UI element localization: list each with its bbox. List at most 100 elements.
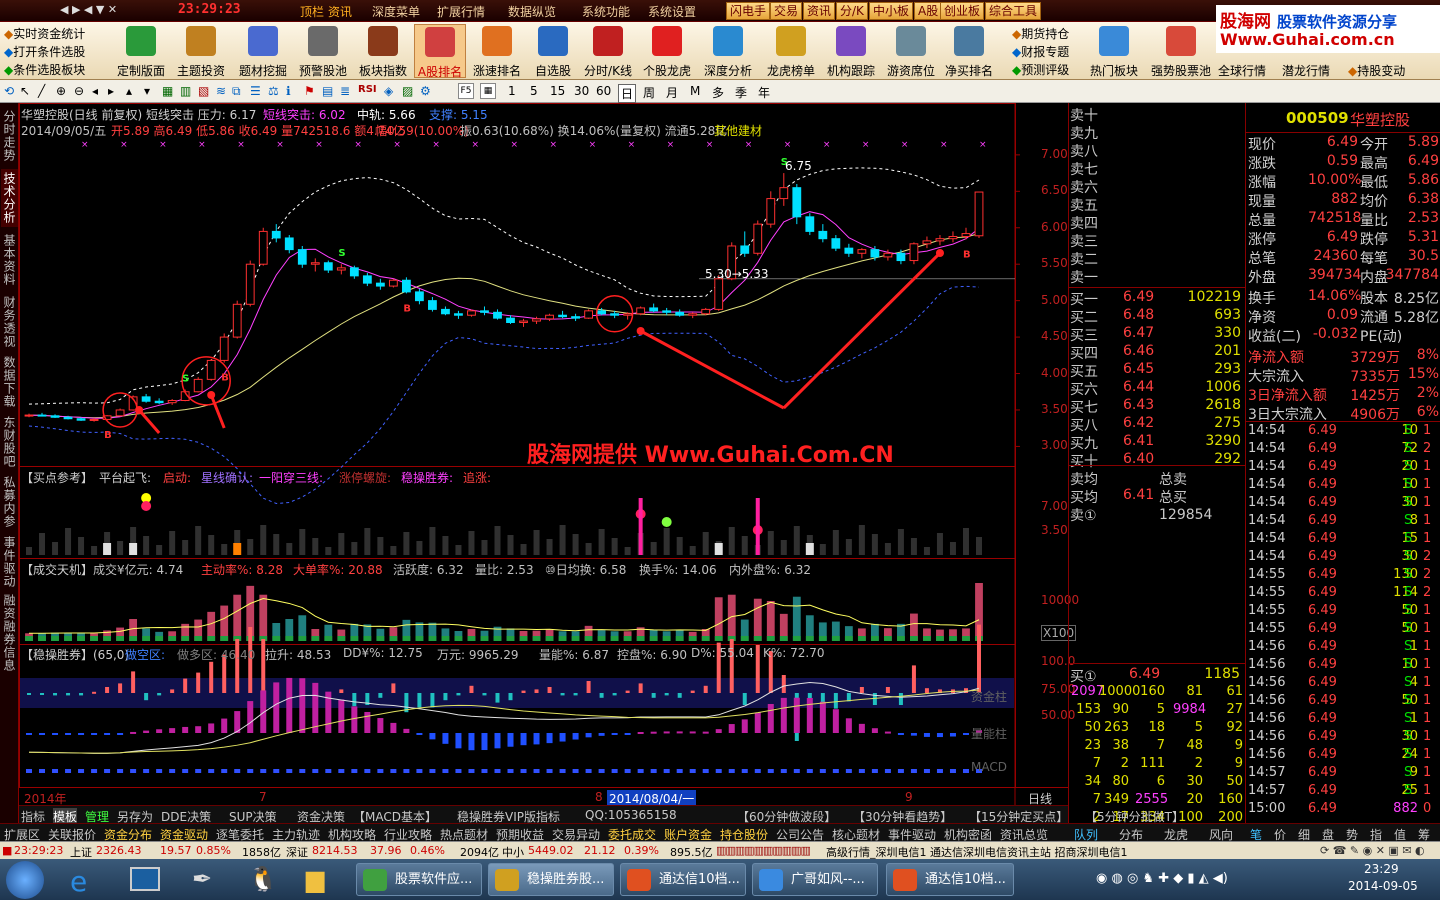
quick-ashare[interactable]: A股: [914, 2, 943, 20]
buy-row-4[interactable]: 买五 6.45 293: [1069, 361, 1245, 380]
compare-icon[interactable]: ⧉: [232, 84, 241, 99]
period-15[interactable]: 15: [550, 84, 565, 98]
buy-row-9[interactable]: 买十 6.40 292: [1069, 451, 1245, 470]
toolbar-btn-12[interactable]: 机构跟踪: [822, 24, 880, 78]
holding-change-button[interactable]: ◆持股变动: [1348, 62, 1405, 79]
quick-trade[interactable]: 交易: [770, 2, 803, 20]
toolbar-btn-10[interactable]: 深度分析: [698, 24, 758, 78]
info-icon[interactable]: ℹ: [286, 84, 291, 98]
menu-settings[interactable]: 系统设置: [648, 3, 696, 20]
ind-tab-9[interactable]: QQ:105365158: [585, 808, 677, 822]
period-icon[interactable]: ▦: [162, 84, 173, 98]
futures-button[interactable]: ◆期货持仓: [1012, 25, 1069, 42]
period-60[interactable]: 60: [596, 84, 611, 98]
toolbar-btn-14[interactable]: 净买排名: [940, 24, 998, 78]
red-flag-icon[interactable]: ⚑: [304, 84, 315, 98]
cycle-multi[interactable]: 多: [712, 84, 724, 101]
dragon-quote-button[interactable]: 潜龙行情: [1282, 62, 1330, 79]
folder-icon[interactable]: ▆: [306, 865, 324, 893]
tray-icons[interactable]: ◉ ◍ ◎ ♞ ✚ ◆ ▮ ◭ ◀): [1096, 871, 1228, 886]
buy-row-2[interactable]: 买三 6.47 330: [1069, 325, 1245, 344]
buy-row-6[interactable]: 买七 6.43 2618: [1069, 397, 1245, 416]
cycle-month[interactable]: 月: [666, 84, 678, 101]
forecast-button[interactable]: ◆预测评级: [1012, 61, 1069, 78]
menu-data[interactable]: 数据纵览: [508, 3, 556, 20]
overlay-icon[interactable]: ≋: [216, 84, 226, 98]
cycle-week[interactable]: 周: [643, 84, 655, 101]
toolbar-btn-11[interactable]: 龙虎榜单: [762, 24, 820, 78]
quick-sme[interactable]: 中小板: [869, 2, 914, 20]
report-button[interactable]: ◆财报专题: [1012, 43, 1069, 60]
cycle-quarter[interactable]: 季: [735, 84, 747, 101]
layout-button[interactable]: ▦: [480, 83, 496, 99]
task-3[interactable]: 广哥如风--...: [752, 863, 878, 896]
boll-icon[interactable]: ≣: [340, 84, 350, 98]
zoom-in-icon[interactable]: ⊕: [56, 84, 66, 98]
open-screener-button[interactable]: ◆打开条件选股: [4, 43, 85, 60]
quick-tools[interactable]: 综合工具: [985, 2, 1042, 20]
pen-icon[interactable]: ✒: [192, 865, 212, 893]
toolbar-btn-4[interactable]: 板块指数: [354, 24, 412, 78]
tab-intraday[interactable]: 分时走势: [1, 107, 18, 165]
period-5[interactable]: 5: [530, 84, 538, 98]
strong-pool-button[interactable]: 强势股票池: [1146, 24, 1216, 78]
draw-line-icon[interactable]: ╱: [38, 84, 45, 98]
quick-news[interactable]: 资讯: [803, 2, 836, 20]
menu-deep[interactable]: 深度菜单: [372, 3, 420, 20]
desktop-icon[interactable]: [130, 867, 160, 891]
up-icon[interactable]: ▴: [126, 84, 132, 98]
realtime-fund-button[interactable]: ◆实时资金统计: [4, 25, 85, 42]
down-icon[interactable]: ▾: [144, 84, 150, 98]
status-tools-icon[interactable]: ⟳ ☎ ✎ ◉ ✕ ▣ ✉ ◐: [1320, 844, 1425, 857]
quick-kline[interactable]: 分/K: [836, 2, 868, 20]
zoom-out-icon[interactable]: ⊖: [74, 84, 84, 98]
grid-icon[interactable]: ▤: [322, 84, 333, 98]
toolbar-btn-5[interactable]: A股排名: [414, 24, 466, 79]
buy-row-8[interactable]: 买九 6.41 3290: [1069, 433, 1245, 452]
toolbar-btn-8[interactable]: 分时/K线: [580, 24, 636, 78]
cycle-day[interactable]: 日: [618, 84, 637, 103]
tab-forum[interactable]: 东财股吧: [1, 413, 18, 471]
toolbar-btn-3[interactable]: 预警股池: [294, 24, 352, 78]
menu-topbar[interactable]: 顶栏: [300, 3, 324, 20]
kdj-icon[interactable]: ◈: [384, 84, 393, 98]
toolbar-btn-7[interactable]: 自选股: [528, 24, 578, 78]
period-1[interactable]: 1: [508, 84, 516, 98]
tab-profile[interactable]: 基本资料: [1, 231, 18, 289]
left-icon[interactable]: ◂: [92, 84, 98, 98]
buy-row-0[interactable]: 买一 6.49 102219: [1069, 289, 1245, 308]
toolbar-btn-9[interactable]: 个股龙虎: [638, 24, 696, 78]
toolbar-btn-6[interactable]: 涨速排名: [468, 24, 526, 78]
weight-icon[interactable]: ⚖: [268, 84, 279, 98]
tab-margin[interactable]: 融资融券信息: [1, 593, 18, 673]
cursor-icon[interactable]: ↖: [20, 84, 30, 98]
buy-row-5[interactable]: 买六 6.44 1006: [1069, 379, 1245, 398]
rsi-button[interactable]: RSI: [358, 84, 377, 95]
global-quote-button[interactable]: 全球行情: [1218, 62, 1266, 79]
toolbar-btn-2[interactable]: 题材挖掘: [234, 24, 292, 78]
f5-button[interactable]: F5: [458, 83, 474, 99]
quick-flash[interactable]: 闪电手: [726, 2, 771, 20]
toolbar-btn-1[interactable]: 主题投资: [172, 24, 230, 78]
start-button[interactable]: [6, 861, 44, 899]
qq-icon[interactable]: 🐧: [248, 865, 278, 893]
back-icon[interactable]: ⟲: [4, 84, 14, 98]
task-0[interactable]: 股票软件应...: [356, 863, 482, 896]
quick-gem[interactable]: 创业板: [940, 2, 985, 20]
chart-type-icon[interactable]: ☰: [250, 84, 261, 98]
buy-row-7[interactable]: 买八 6.42 275: [1069, 415, 1245, 434]
menu-ext-quote[interactable]: 扩展行情: [437, 3, 485, 20]
tab-events[interactable]: 事件驱动: [1, 533, 18, 591]
tab-download[interactable]: 数据下载: [1, 353, 18, 411]
tool-icon[interactable]: ⚙: [420, 84, 431, 98]
right-icon[interactable]: ▸: [108, 84, 114, 98]
tab-finance[interactable]: 财务透视: [1, 293, 18, 351]
ie-icon[interactable]: e: [70, 865, 87, 898]
period-30[interactable]: 30: [574, 84, 589, 98]
tab-technical[interactable]: 技术分析: [1, 169, 18, 227]
hot-sector-button[interactable]: 热门板块: [1088, 24, 1140, 78]
cycle-year[interactable]: 年: [758, 84, 770, 101]
menu-news[interactable]: 资讯: [328, 3, 352, 20]
tab-private[interactable]: 私募内参: [1, 473, 18, 531]
kline-chart-area[interactable]: × × × × × × × × × × × × × × × × × × × × × × × × B S B S B S B 华塑控股(日线 …: [19, 103, 1079, 815]
